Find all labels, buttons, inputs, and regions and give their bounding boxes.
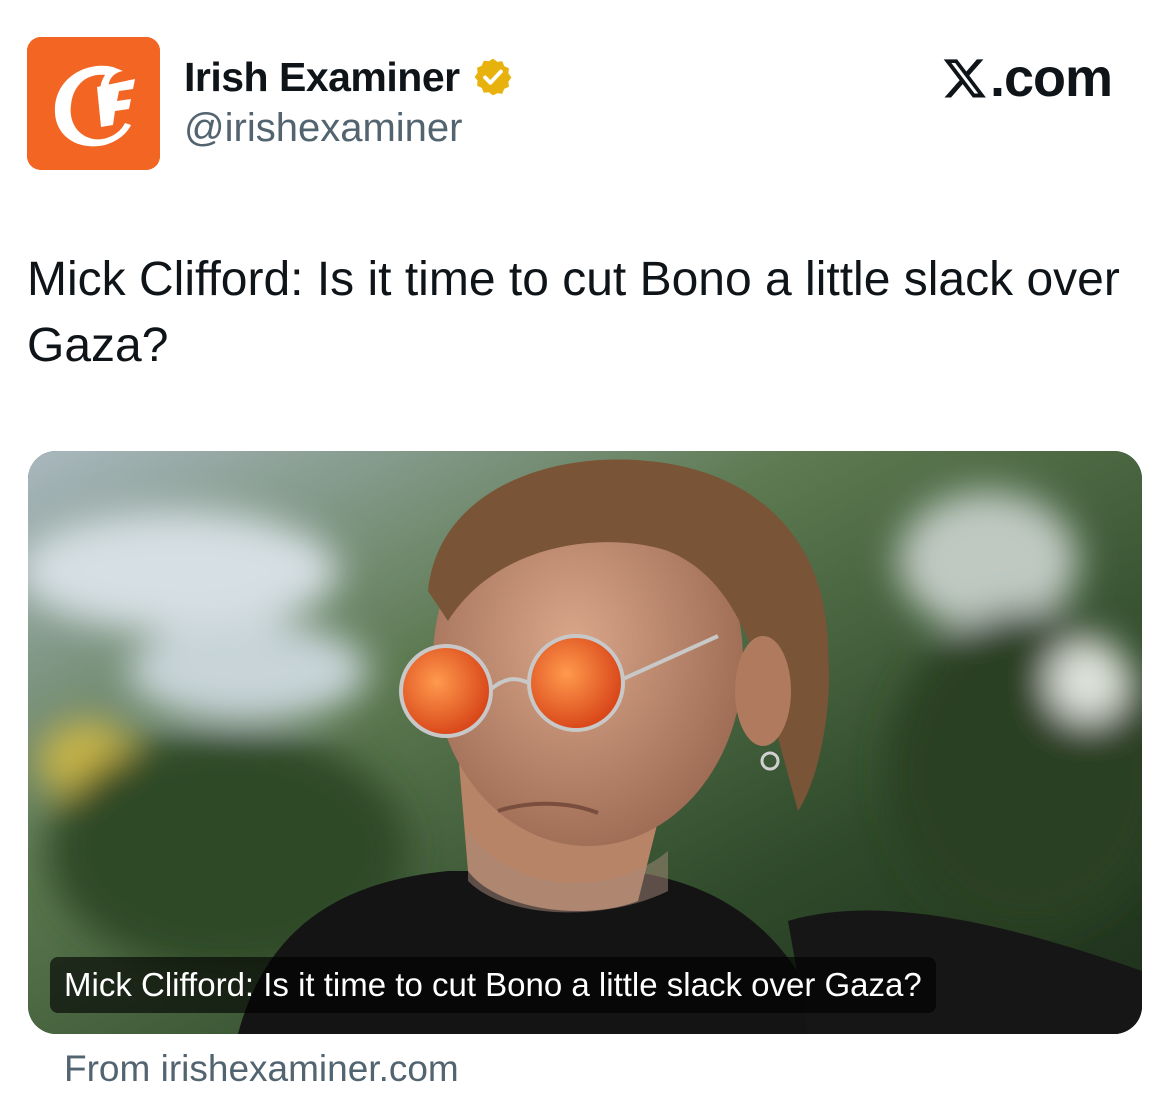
x-com-logo: .com: [942, 48, 1113, 108]
photo-icon: [28, 451, 1142, 1034]
x-logo-icon: [943, 59, 986, 98]
tweet-text: Mick Clifford: Is it time to cut Bono a …: [27, 253, 1120, 372]
display-name-row[interactable]: Irish Examiner: [184, 50, 514, 104]
display-name[interactable]: Irish Examiner: [184, 54, 460, 101]
link-card-caption[interactable]: Mick Clifford: Is it time to cut Bono a …: [50, 957, 936, 1013]
x-com-text: .com: [989, 48, 1113, 108]
link-card-image[interactable]: [28, 451, 1142, 1034]
account-handle[interactable]: @irishexaminer: [184, 106, 462, 151]
link-card-source[interactable]: From irishexaminer.com: [64, 1048, 459, 1090]
account-avatar[interactable]: [27, 37, 160, 170]
irish-examiner-logo-icon: [27, 37, 160, 170]
verified-badge-icon: [474, 58, 511, 96]
